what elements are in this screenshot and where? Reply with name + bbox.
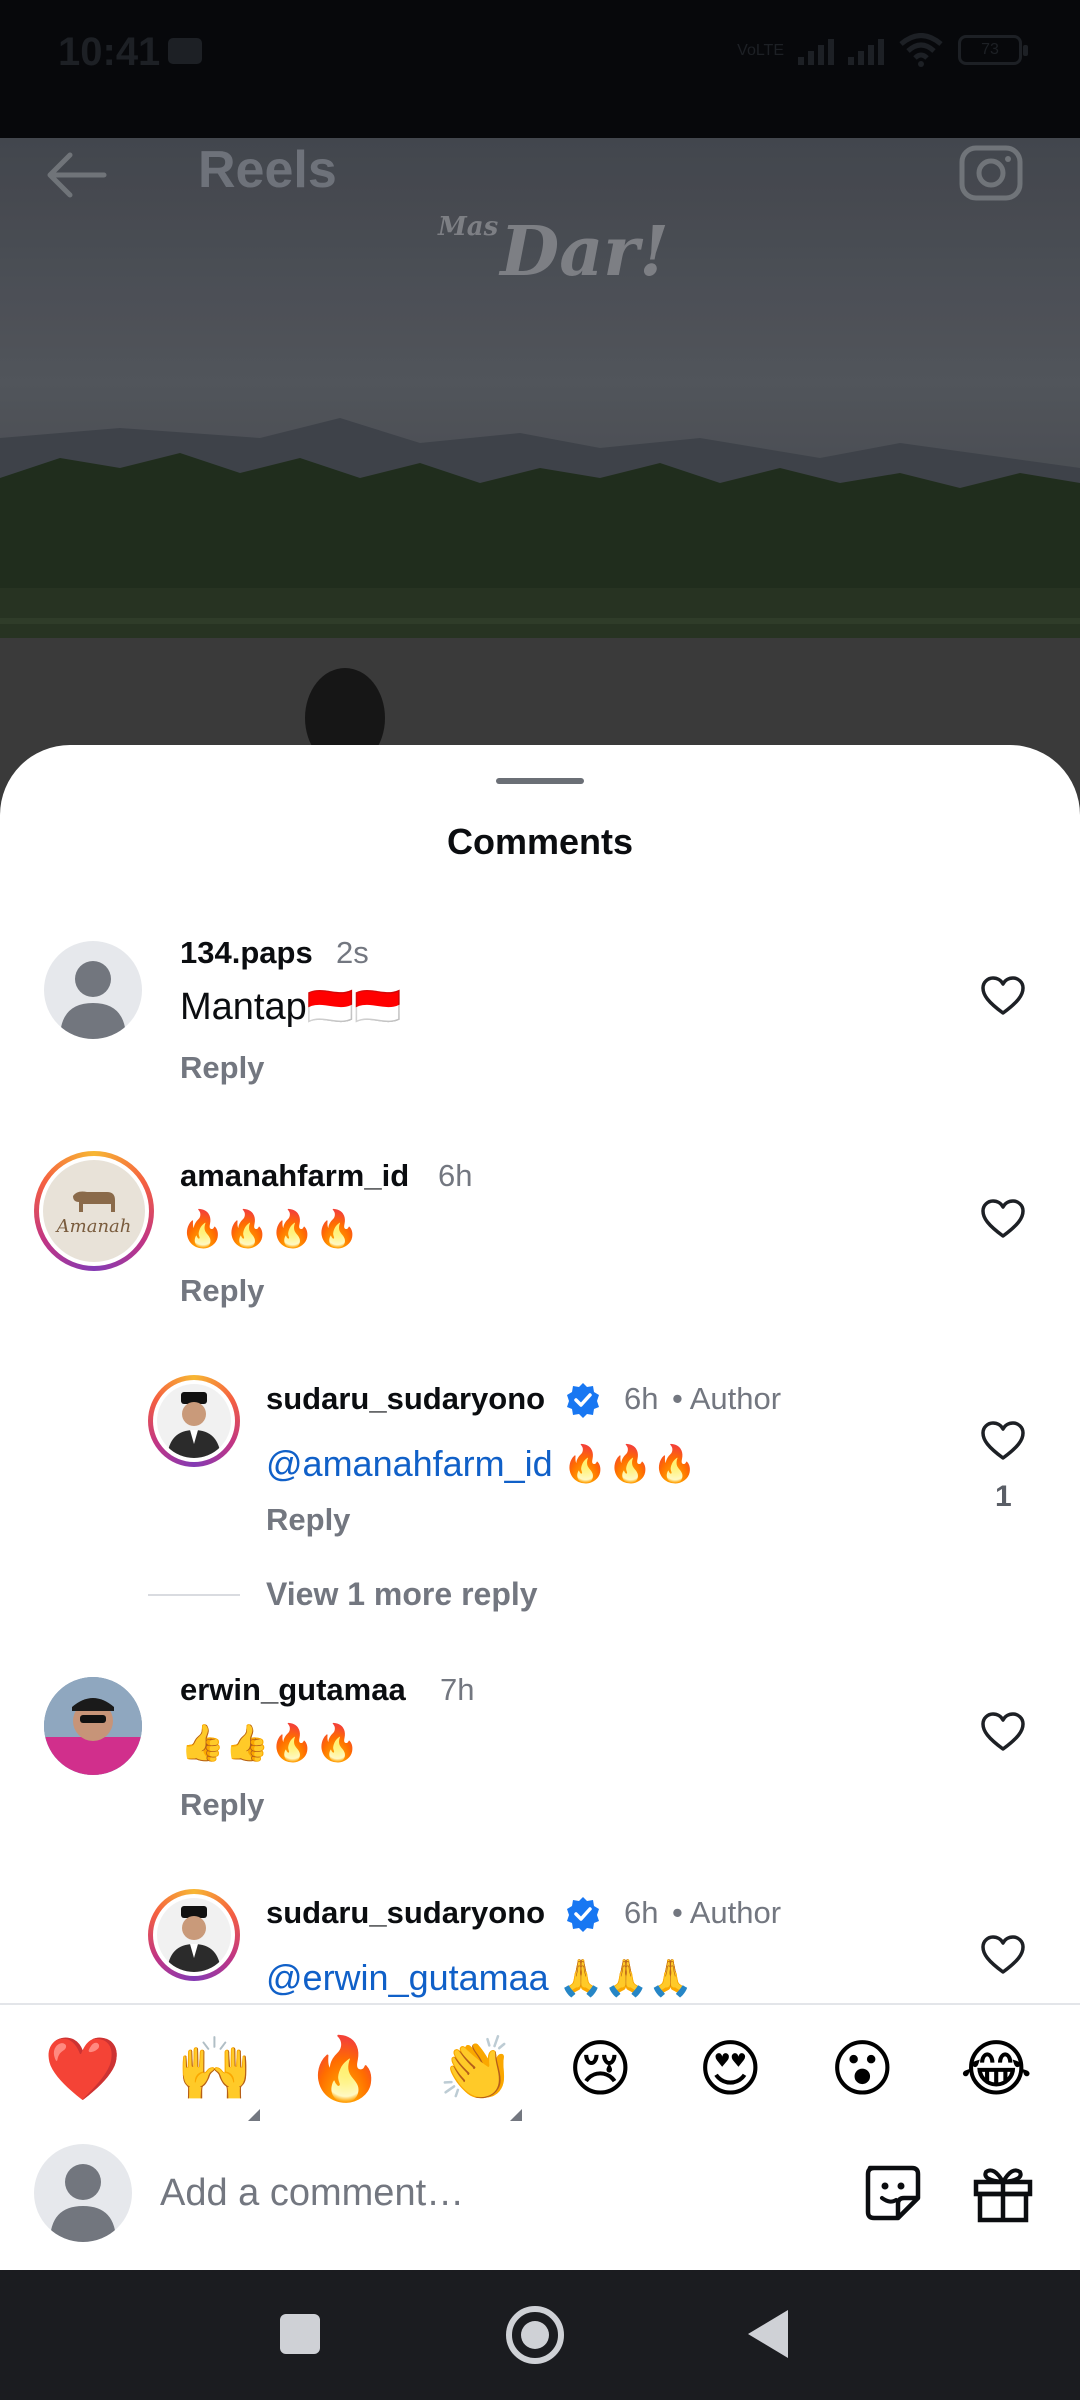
emoji-laughing[interactable]: 😂 [960, 2035, 1032, 2105]
sticker-icon[interactable] [860, 2160, 926, 2226]
emoji-raising-hands[interactable]: 🙌 [176, 2035, 253, 2105]
comment-text: Mantap🇮🇩🇮🇩 [180, 986, 402, 1028]
profile-photo [44, 1677, 142, 1775]
avatar[interactable]: Amanah [34, 1151, 154, 1271]
avatar[interactable] [148, 1889, 240, 1981]
sheet-grabber[interactable] [496, 778, 584, 784]
avatar[interactable] [148, 1375, 240, 1467]
my-avatar [34, 2144, 132, 2242]
like-heart-icon[interactable] [980, 1420, 1026, 1462]
verified-badge-icon [567, 1383, 599, 1418]
emoji-surprised[interactable]: 😮 [830, 2035, 895, 2105]
default-avatar-icon [60, 961, 126, 1039]
like-heart-icon[interactable] [980, 1198, 1026, 1240]
comment-username-3[interactable]: sudaru_sudaryono [266, 1381, 545, 1417]
back-button[interactable] [748, 2310, 788, 2358]
emoji-fire[interactable]: 🔥 [306, 2035, 383, 2105]
signal-icon [798, 35, 834, 65]
author-tag: • Author [672, 1895, 782, 1930]
back-arrow-icon[interactable] [42, 150, 108, 200]
default-avatar-icon [50, 2164, 116, 2242]
cow-logo-icon [73, 1191, 115, 1212]
page-title: Reels [198, 141, 337, 199]
reply-button[interactable]: Reply [180, 1050, 264, 1086]
network-label: VoLTE [737, 41, 784, 59]
comment-text: 👍👍🔥🔥 [180, 1722, 360, 1763]
emoji-crying[interactable]: 😢 [568, 2035, 633, 2105]
gift-icon[interactable] [970, 2160, 1036, 2226]
sheet-title: Comments [446, 821, 634, 862]
battery-icon: 73 [958, 35, 1028, 65]
home-button[interactable] [506, 2306, 564, 2364]
mention-link[interactable]: @amanahfarm_id [266, 1443, 553, 1484]
status-bar: 10:41 VoLTE 73 [0, 0, 1080, 138]
status-icons: VoLTE 73 [737, 30, 1028, 70]
emoji-heart-eyes[interactable]: 😍 [698, 2035, 763, 2105]
author-tag: • Author [672, 1381, 782, 1416]
watermark-text: Dar! [500, 212, 669, 292]
recents-button[interactable] [280, 2314, 320, 2354]
watermark-prefix: Mas [438, 212, 499, 242]
avatar[interactable] [44, 1677, 142, 1775]
avatar[interactable] [44, 941, 142, 1039]
profile-photo [167, 1392, 221, 1458]
comment-username-2[interactable]: amanahfarm_id [180, 1158, 409, 1194]
wifi-icon [899, 33, 943, 67]
like-count: 1 [995, 1480, 1012, 1513]
like-heart-icon[interactable] [980, 1711, 1026, 1753]
comment-text-body: 🔥🔥🔥 [552, 1443, 698, 1484]
emoji-heart[interactable]: ❤️ [44, 2035, 121, 2105]
emoji-variant-indicator [510, 2109, 522, 2121]
comment-time: 7h [440, 1672, 475, 1707]
battery-level: 73 [981, 41, 999, 58]
comment-text: @erwin_gutamaa 🙏🙏🙏 [266, 1957, 693, 1999]
comment-time: 6h [624, 1381, 659, 1416]
mention-link[interactable]: @erwin_gutamaa [266, 1957, 549, 1998]
comment-time: 2s [336, 935, 369, 970]
comment-input[interactable] [160, 2161, 800, 2225]
reply-button[interactable]: Reply [180, 1787, 264, 1823]
signal-icon-2 [848, 35, 884, 65]
emoji-clapping[interactable]: 👏 [438, 2035, 515, 2105]
emoji-variant-indicator [248, 2109, 260, 2121]
view-more-divider [148, 1594, 240, 1596]
comment-username-1[interactable]: 134.paps [180, 935, 313, 971]
avatar-logo-text: Amanah [56, 1215, 132, 1237]
view-more-replies[interactable]: View 1 more reply [266, 1576, 538, 1613]
reply-button[interactable]: Reply [180, 1273, 264, 1309]
comment-username-4[interactable]: erwin_gutamaa [180, 1672, 406, 1708]
verified-badge-icon [567, 1897, 599, 1932]
video-watermark: MasDar! [438, 212, 669, 292]
profile-photo [167, 1906, 221, 1972]
comment-text: @amanahfarm_id 🔥🔥🔥 [266, 1443, 697, 1485]
reply-button[interactable]: Reply [266, 1502, 350, 1538]
camera-icon[interactable] [958, 140, 1024, 202]
like-heart-icon[interactable] [980, 1934, 1026, 1976]
comment-username-5[interactable]: sudaru_sudaryono [266, 1895, 545, 1931]
comment-time: 6h [624, 1895, 659, 1930]
comment-text: 🔥🔥🔥🔥 [180, 1208, 360, 1249]
system-nav-bar [0, 2270, 1080, 2400]
comment-time: 6h [438, 1158, 473, 1193]
message-notification-icon [168, 38, 202, 64]
comment-text-body: 🙏🙏🙏 [548, 1957, 694, 1998]
comment-composer: ❤️ 🙌 🔥 👏 😢 😍 😮 😂 [0, 2003, 1080, 2270]
like-heart-icon[interactable] [980, 975, 1026, 1017]
status-time: 10:41 [58, 30, 161, 74]
